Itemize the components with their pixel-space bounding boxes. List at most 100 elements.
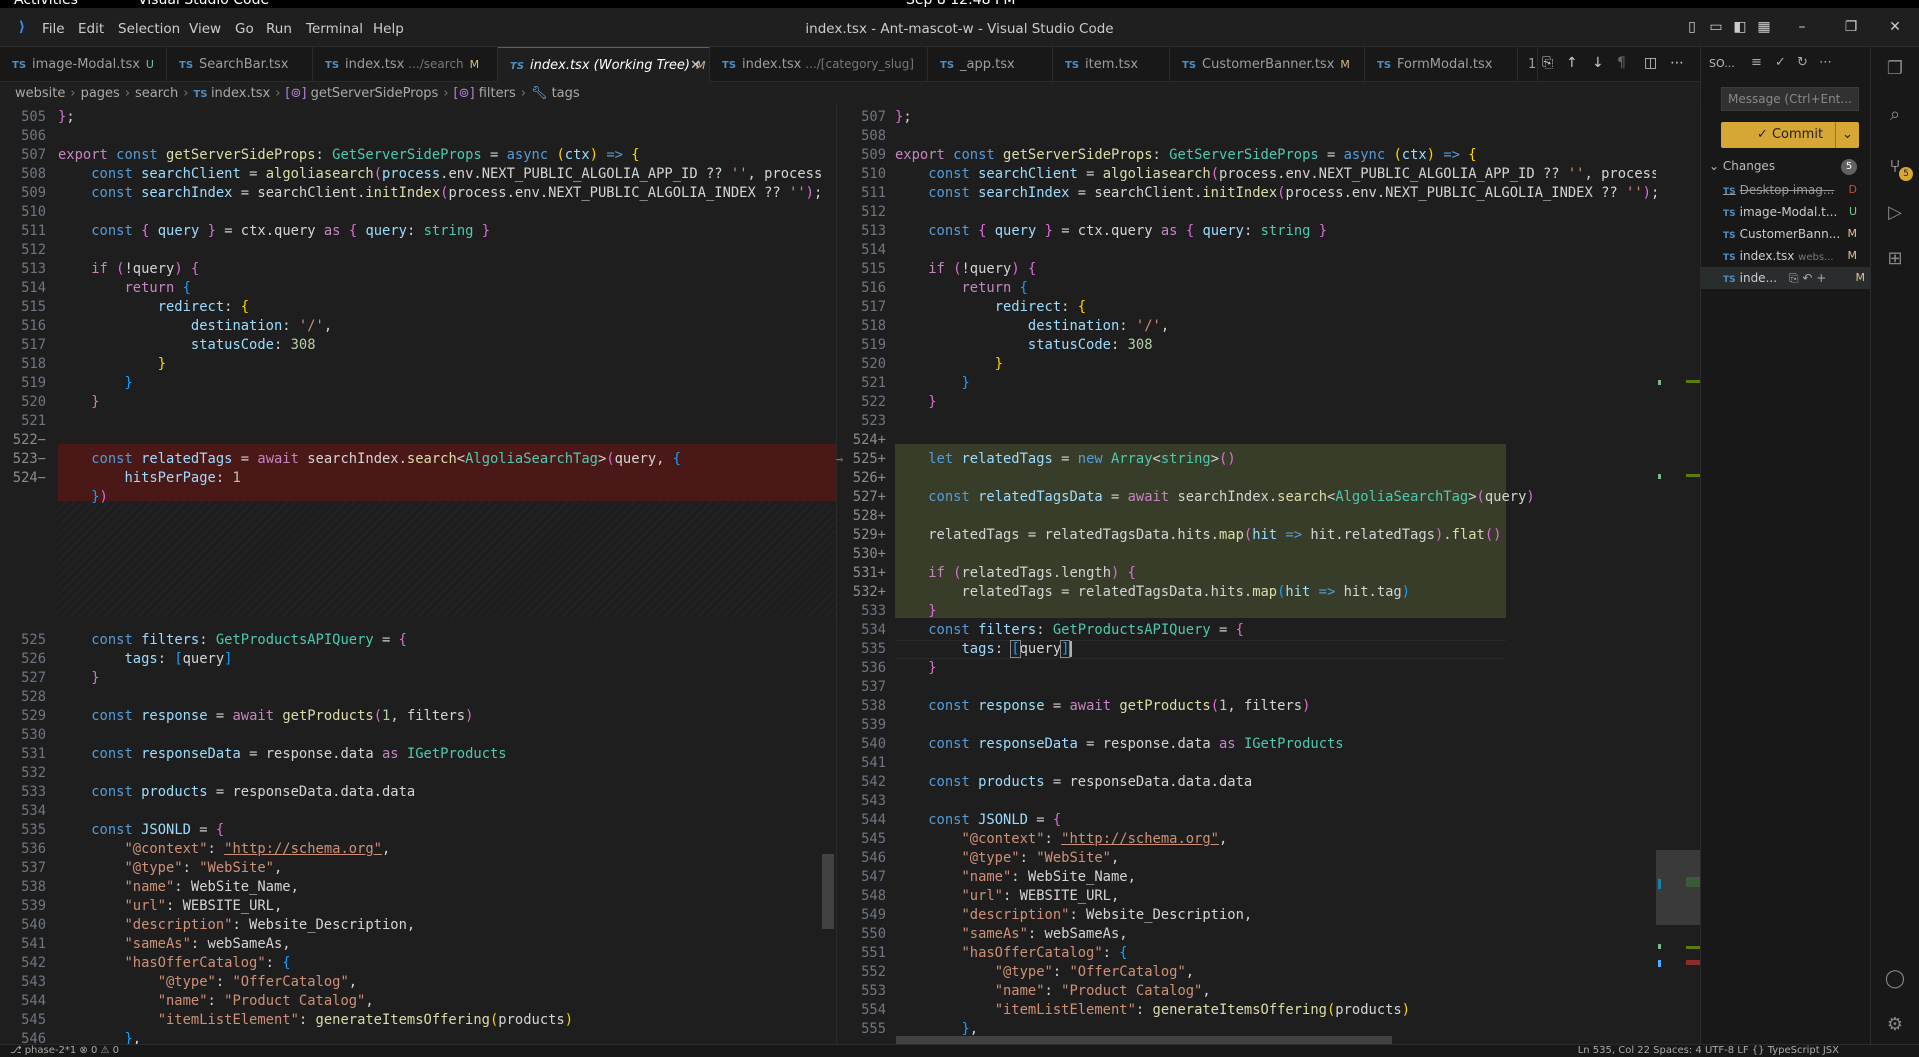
line-number: 509	[21, 185, 46, 201]
commit-check-icon[interactable]: ✓	[1775, 55, 1786, 70]
extensions-icon[interactable]: ⊞	[1883, 247, 1907, 271]
menu-view[interactable]: View	[189, 21, 221, 37]
line-number: 547	[861, 869, 886, 885]
close-tab-icon[interactable]: ✕	[690, 48, 701, 82]
line-number: 538	[21, 879, 46, 895]
change-item[interactable]: TS Desktop imag... D	[1723, 179, 1863, 201]
breadcrumb-item[interactable]: index.tsx	[211, 86, 270, 101]
change-item[interactable]: TS index.tsx webs... M	[1723, 245, 1863, 267]
line-number: 520	[21, 394, 46, 410]
line-number: 518	[861, 318, 886, 334]
more-actions-icon[interactable]: ⋯	[1670, 55, 1684, 71]
change-item-selected[interactable]: TS inde... ⎘ ↶ + M	[1701, 267, 1871, 289]
commit-message-input[interactable]: Message (Ctrl+Ent...	[1721, 87, 1859, 111]
minimize-icon[interactable]: –	[1794, 19, 1810, 35]
tab-item[interactable]: TS item.tsx	[1053, 47, 1170, 82]
run-debug-icon[interactable]: ▷	[1883, 201, 1907, 225]
tab-image-modal[interactable]: TS image-Modal.tsx U	[0, 47, 167, 82]
prev-change-icon[interactable]: ↑	[1566, 55, 1578, 71]
tab-label: 1	[1528, 57, 1537, 72]
line-number: 554	[861, 1002, 886, 1018]
close-window-icon[interactable]: ✕	[1887, 19, 1903, 35]
more-icon[interactable]: ⋯	[1819, 55, 1832, 70]
line-number: 544	[21, 993, 46, 1009]
line-number: 537	[21, 860, 46, 876]
line-number: 520	[861, 356, 886, 372]
change-item[interactable]: TS image-Modal.t... U	[1723, 201, 1863, 223]
tab-overflow[interactable]: 1	[1518, 47, 1538, 82]
restore-icon[interactable]: ❐	[1843, 19, 1859, 35]
line-number: 532	[21, 765, 46, 781]
refresh-icon[interactable]: ↻	[1797, 55, 1808, 70]
line-number: 517	[861, 299, 886, 315]
menu-edit[interactable]: Edit	[78, 21, 104, 37]
left-scrollbar[interactable]	[822, 854, 834, 929]
toggle-secondary-sidebar-icon[interactable]: ◧	[1732, 19, 1748, 35]
breadcrumb-item[interactable]: filters	[479, 86, 516, 101]
tab-label: SearchBar.tsx	[199, 57, 289, 72]
line-number: 534	[861, 622, 886, 638]
split-editor-icon[interactable]: ◫	[1644, 55, 1657, 71]
tab-index-category[interactable]: TS index.tsx .../[category_slug]	[710, 47, 928, 82]
minimap[interactable]	[1656, 104, 1700, 1044]
tab-description: .../[category_slug]	[805, 57, 914, 71]
tab-app[interactable]: TS _app.tsx	[928, 47, 1053, 82]
line-number: 508	[861, 128, 886, 144]
line-number: 517	[21, 337, 46, 353]
open-file-icon[interactable]: ⎘ ↶ +	[1789, 267, 1826, 289]
tab-status: M	[469, 58, 480, 71]
breadcrumb-item[interactable]: pages	[81, 86, 120, 101]
changes-header[interactable]: ⌄ Changes	[1709, 159, 1775, 173]
breadcrumb-item[interactable]: getServerSideProps	[311, 86, 439, 101]
line-number: 549	[861, 907, 886, 923]
commit-button[interactable]: ✓ Commit ⌄	[1721, 122, 1859, 148]
toggle-sidebar-icon[interactable]: ▯	[1684, 19, 1700, 35]
commit-dropdown-icon[interactable]: ⌄	[1835, 122, 1859, 148]
line-number: 543	[21, 974, 46, 990]
revert-arrow-icon[interactable]: ⇾	[836, 450, 856, 469]
line-number: 529	[21, 708, 46, 724]
search-icon[interactable]: ⌕	[1883, 103, 1907, 127]
line-number: 544	[861, 812, 886, 828]
activities-button[interactable]: Activities	[14, 0, 78, 8]
minimap-slider[interactable]	[1656, 850, 1700, 925]
breadcrumb-item[interactable]: website	[15, 86, 65, 101]
source-control-panel: SO... ≡ ✓ ↻ ⋯ Message (Ctrl+Ent... ✓ Com…	[1700, 47, 1871, 1047]
tab-index-search[interactable]: TS index.tsx .../search M	[313, 47, 498, 82]
next-change-icon[interactable]: ↓	[1592, 55, 1604, 71]
tab-index-working-tree[interactable]: TS index.tsx (Working Tree) M ✕	[498, 47, 710, 82]
tab-searchbar[interactable]: TS SearchBar.tsx	[167, 47, 313, 82]
customize-layout-icon[interactable]: ▦	[1756, 19, 1772, 35]
clock: Sep 8 12:48 PM	[906, 0, 1016, 8]
menu-go[interactable]: Go	[235, 21, 254, 37]
breadcrumb-item[interactable]: search	[135, 86, 178, 101]
whitespace-icon[interactable]: ¶	[1617, 55, 1626, 71]
status-left[interactable]: ⎇ phase-2*1 ⊗ 0 ⚠ 0	[10, 1045, 119, 1057]
panel-title: SO...	[1709, 57, 1735, 70]
status-right[interactable]: Ln 535, Col 22 Spaces: 4 UTF-8 LF {} Typ…	[1578, 1045, 1839, 1057]
tab-form-modal[interactable]: TS FormModal.tsx	[1365, 47, 1518, 82]
diff-modified-pane[interactable]: 5065075085095105115125135145155165175185…	[836, 104, 1676, 1044]
menu-run[interactable]: Run	[266, 21, 292, 37]
toggle-panel-icon[interactable]: ▭	[1708, 19, 1724, 35]
menu-selection[interactable]: Selection	[118, 21, 180, 37]
menu-help[interactable]: Help	[373, 21, 404, 37]
menu-terminal[interactable]: Terminal	[306, 21, 363, 37]
explorer-icon[interactable]: ❐	[1883, 57, 1907, 81]
menu-file[interactable]: File	[42, 21, 65, 37]
open-file-icon[interactable]: ⎘	[1542, 55, 1553, 71]
tab-customer-banner[interactable]: TS CustomerBanner.tsx M	[1170, 47, 1365, 82]
line-number: 528+	[852, 508, 886, 524]
diff-original-pane[interactable]: 5045055065075085095105115125135145155165…	[0, 104, 836, 1044]
editor-tabs: TS image-Modal.tsx U TS SearchBar.tsx TS ind…	[0, 47, 1700, 82]
breadcrumb-item[interactable]: tags	[552, 86, 580, 101]
accounts-icon[interactable]: ◯	[1883, 967, 1907, 991]
horizontal-scrollbar[interactable]	[896, 1036, 1392, 1044]
view-as-tree-icon[interactable]: ≡	[1751, 55, 1762, 70]
line-number: 531	[21, 746, 46, 762]
line-number: 515	[861, 261, 886, 277]
source-control-badge: 5	[1899, 167, 1913, 181]
line-number: 543	[861, 793, 886, 809]
settings-gear-icon[interactable]: ⚙	[1883, 1013, 1907, 1037]
change-item[interactable]: TS CustomerBann... M	[1723, 223, 1863, 245]
